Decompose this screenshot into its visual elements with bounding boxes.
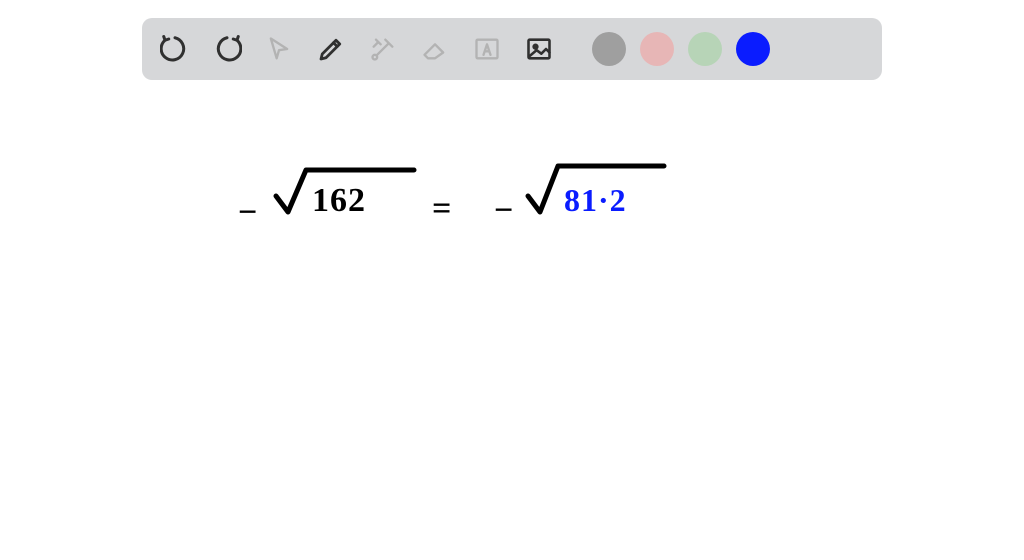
color-swatch-gray[interactable] [592,32,626,66]
redo-icon [212,34,242,64]
equation-right-radicand: 81·2 [564,182,627,219]
tools-menu-button[interactable] [364,30,402,68]
pointer-button[interactable] [260,30,298,68]
equation-right-minus: − [494,192,513,230]
tools-icon [369,35,397,63]
image-button[interactable] [520,30,558,68]
color-swatch-pink[interactable] [640,32,674,66]
equation-left-radicand: 162 [312,182,366,220]
text-box-button[interactable] [468,30,506,68]
undo-button[interactable] [156,30,194,68]
pen-button[interactable] [312,30,350,68]
whiteboard-canvas[interactable]: − 162 = − 81·2 [0,90,1024,560]
eraser-icon [420,35,450,63]
text-box-icon [473,35,501,63]
toolbar [142,18,882,80]
color-swatch-green[interactable] [688,32,722,66]
image-icon [524,35,554,63]
equation-equals: = [432,190,451,228]
cursor-icon [265,35,293,63]
eraser-button[interactable] [416,30,454,68]
pen-icon [316,34,346,64]
undo-icon [160,34,190,64]
redo-button[interactable] [208,30,246,68]
equation-left-minus: − [238,194,257,232]
color-swatch-blue[interactable] [736,32,770,66]
